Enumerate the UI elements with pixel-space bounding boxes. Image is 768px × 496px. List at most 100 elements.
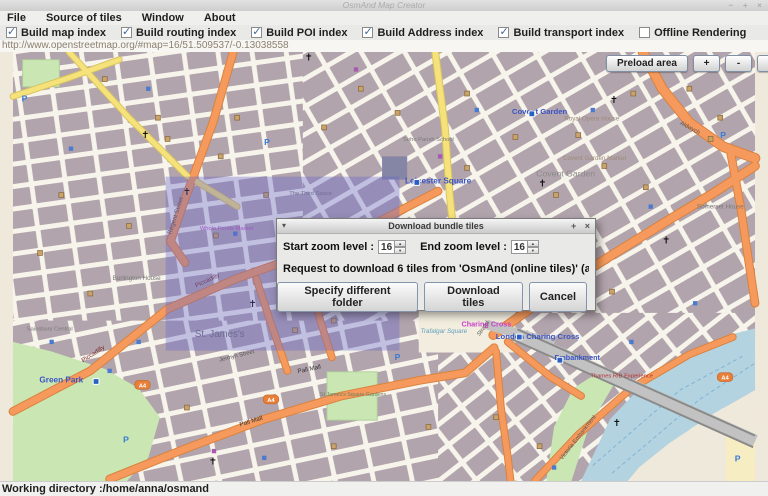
pub-icon — [610, 289, 615, 294]
poi-icon — [649, 204, 653, 208]
map-label: Covent Garden — [536, 169, 595, 179]
checkbox-label: Build transport index — [513, 27, 624, 39]
pub-icon — [718, 115, 723, 120]
map-viewport[interactable]: A4A4A4Covent GardenRoyal Opera HouseCove… — [0, 52, 768, 481]
checkbox-checked-icon[interactable]: ✓ — [6, 27, 17, 38]
end-zoom-value[interactable]: 16 — [511, 240, 528, 254]
parking-icon: P — [395, 352, 401, 362]
checkbox-build-routing-index[interactable]: ✓Build routing index — [121, 27, 236, 39]
check-icon: ✓ — [499, 25, 508, 38]
menu-item-file[interactable]: File — [7, 12, 26, 24]
map-label: Covent Garden Market — [563, 155, 627, 162]
map-label: Somerset House — [697, 204, 744, 211]
zoom-in-button[interactable]: + — [693, 55, 720, 72]
checkbox-build-transport-index[interactable]: ✓ Build transport index — [498, 27, 624, 39]
download-request-message: Request to download 6 tiles from 'OsmAnd… — [283, 263, 589, 275]
pub-icon — [218, 154, 223, 159]
underground-station-icon — [93, 379, 99, 385]
shop-icon — [354, 67, 358, 71]
pub-icon — [643, 185, 648, 190]
dialog-title: Download bundle tiles — [388, 221, 484, 231]
maximize-icon[interactable]: + — [743, 0, 748, 10]
specify-folder-button[interactable]: Specify different folder — [277, 282, 418, 312]
pub-icon — [465, 91, 470, 96]
checkbox-build-poi-index[interactable]: ✓ Build POI index — [251, 27, 347, 39]
poi-icon — [693, 301, 697, 305]
start-zoom-value[interactable]: 16 — [378, 240, 395, 254]
checkbox-checked-icon[interactable]: ✓ — [251, 27, 262, 38]
menu-item-source-of-tiles[interactable]: Source of tiles — [46, 12, 122, 24]
zoom-level-row: Start zoom level : 16 ▲ ▼ End zoom level… — [283, 240, 595, 254]
check-icon: ✓ — [252, 25, 261, 38]
pub-icon — [426, 424, 431, 429]
zoom-out-button[interactable]: - — [725, 55, 752, 72]
map-label: Soho Parish School — [403, 137, 454, 143]
checkbox-offline-rendering[interactable]: Offline Rendering — [639, 27, 746, 39]
poi-icon — [552, 465, 556, 469]
window-controls: − + × — [721, 0, 762, 11]
checkbox-checked-icon[interactable]: ✓ — [498, 27, 509, 38]
minimize-icon[interactable]: − — [728, 0, 733, 10]
checkbox-label: Build POI index — [266, 27, 347, 39]
church-icon: ✝ — [610, 95, 618, 106]
pub-icon — [322, 125, 327, 130]
map-label: Burlington House — [113, 275, 162, 282]
working-directory-text: Working directory :/home/anna/osmand — [2, 483, 209, 495]
dialog-maximize-icon[interactable]: + — [571, 221, 576, 231]
parking-icon: P — [720, 130, 726, 140]
checkbox-checked-icon[interactable]: ✓ — [121, 27, 132, 38]
checkbox-build-map-index[interactable]: ✓Build map index — [6, 27, 106, 39]
preload-area-button[interactable]: Preload area — [606, 55, 688, 72]
poi-icon — [591, 108, 595, 112]
end-zoom-up-icon[interactable]: ▲ — [528, 240, 539, 247]
map-label: London Charing Cross — [496, 332, 580, 341]
poi-icon — [475, 108, 479, 112]
map-buttons: Preload area + - + — [606, 55, 768, 72]
pub-icon — [331, 444, 336, 449]
window-titlebar: OsmAnd Map Creator − + × — [0, 0, 768, 11]
pub-icon — [602, 164, 607, 169]
download-tiles-button[interactable]: Download tiles — [424, 282, 523, 312]
app-window: OsmAnd Map Creator − + × File Source of t… — [0, 0, 768, 496]
pub-icon — [184, 405, 189, 410]
pub-icon — [358, 86, 363, 91]
underground-station-icon — [414, 180, 420, 186]
dialog-menu-icon[interactable]: ▾ — [282, 219, 286, 233]
window-title: OsmAnd Map Creator — [343, 0, 426, 10]
shop-icon — [212, 449, 216, 453]
dialog-close-icon[interactable]: × — [585, 221, 590, 231]
menu-item-about[interactable]: About — [204, 12, 236, 24]
end-zoom-down-icon[interactable]: ▼ — [528, 247, 539, 254]
poi-icon — [107, 369, 111, 373]
checkbox-unchecked-icon[interactable] — [639, 27, 650, 38]
map-label: Trafalgar Square — [421, 328, 468, 335]
pub-icon — [59, 193, 64, 198]
route-badge-label: A4 — [139, 383, 147, 389]
pub-icon — [165, 137, 170, 142]
extra-zoom-button[interactable]: + — [757, 55, 768, 72]
pub-icon — [631, 91, 636, 96]
check-icon: ✓ — [363, 25, 372, 38]
pub-icon — [127, 224, 132, 229]
cancel-button[interactable]: Cancel — [529, 282, 587, 312]
map-label: St James's Square Gardens — [320, 392, 386, 398]
close-icon[interactable]: × — [757, 0, 762, 10]
start-zoom-down-icon[interactable]: ▼ — [395, 247, 406, 254]
checkbox-checked-icon[interactable]: ✓ — [362, 27, 373, 38]
dialog-buttons: Specify different folder Download tiles … — [277, 282, 587, 312]
url-bar: http://www.openstreetmap.org/#map=16/51.… — [0, 40, 768, 52]
dialog-titlebar[interactable]: ▾ Download bundle tiles + × — [277, 219, 595, 234]
parking-icon: P — [264, 137, 270, 147]
landmark-building — [382, 156, 407, 179]
checkbox-build-address-index[interactable]: ✓ Build Address index — [362, 27, 483, 39]
end-zoom-label: End zoom level : — [420, 241, 507, 253]
poi-icon — [146, 87, 150, 91]
church-icon: ✝ — [662, 235, 670, 246]
poi-icon — [262, 456, 266, 460]
start-zoom-up-icon[interactable]: ▲ — [395, 240, 406, 247]
parking-icon: P — [735, 454, 741, 464]
check-icon: ✓ — [122, 25, 131, 38]
map-label: Sainsbury Central — [27, 326, 73, 332]
menu-item-window[interactable]: Window — [142, 12, 184, 24]
checkbox-label: Build Address index — [377, 27, 483, 39]
